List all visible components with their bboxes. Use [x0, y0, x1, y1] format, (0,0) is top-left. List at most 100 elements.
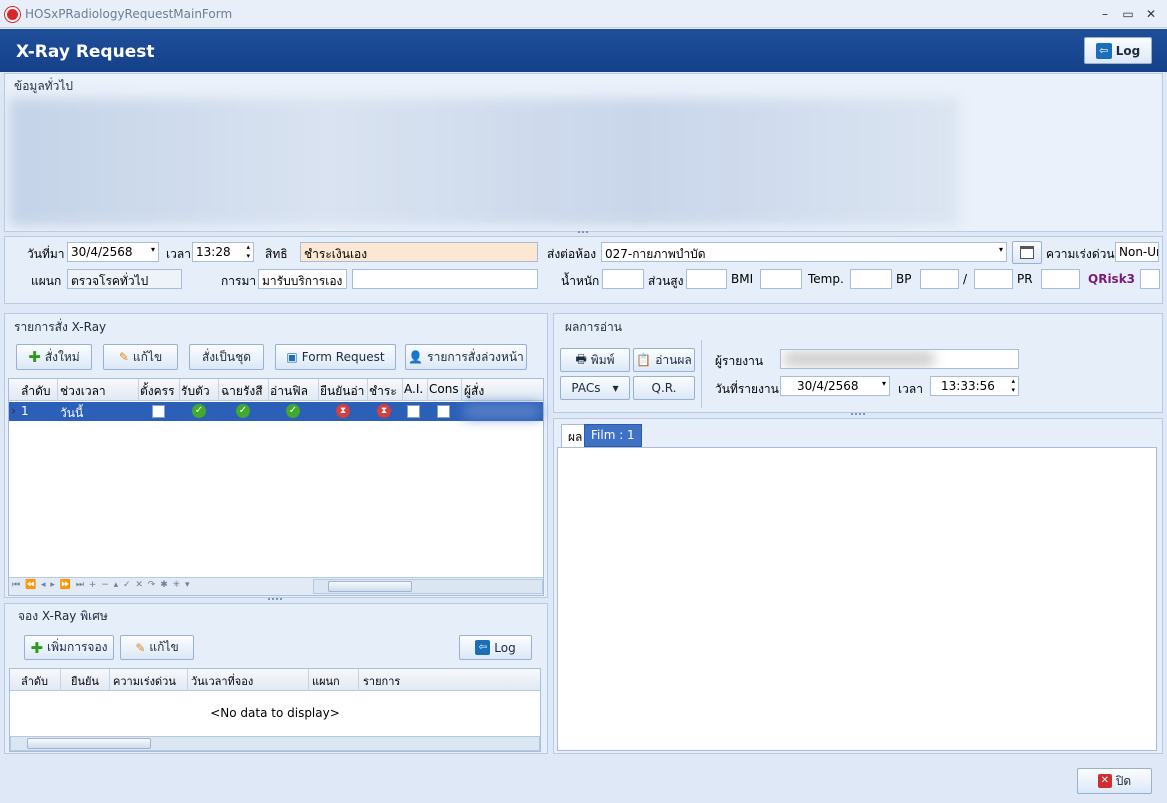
reporter-field[interactable] [780, 349, 1019, 369]
orders-hscrollbar[interactable] [313, 579, 543, 594]
visit-date-field[interactable]: 30/4/2568 ▾ [67, 242, 159, 262]
set-order-label: สั่งเป็นชุด [201, 349, 252, 364]
col-orderer[interactable]: ผู้สั่ง [464, 382, 484, 401]
plus-icon: ✚ [30, 638, 44, 657]
bmi-field[interactable] [760, 269, 802, 289]
maximize-button[interactable]: ▭ [1119, 5, 1137, 23]
minimize-button[interactable]: – [1096, 5, 1114, 23]
col-confirm-read[interactable]: ยืนยันอ่า [320, 382, 366, 401]
weight-label: น้ำหนัก [561, 274, 600, 288]
edit-order-button[interactable]: ✎ แก้ไข [103, 344, 178, 370]
advance-orders-button[interactable]: 👤 รายการสั่งล่วงหน้า [405, 344, 527, 370]
pr-field[interactable] [1041, 269, 1080, 289]
col-no[interactable]: ลำดับ [21, 382, 51, 401]
navigator-buttons[interactable]: ⏮ ⏪ ◂ ▸ ⏩ ⏭ + − ▴ ✓ ✕ ↷ ✱ ✳ ▾ [12, 580, 191, 590]
report-time-label: เวลา [898, 382, 923, 396]
col-receive[interactable]: รับตัว [181, 382, 213, 401]
visit-time-field[interactable]: 13:28 ▴ ▾ [192, 242, 254, 262]
right-field[interactable]: ชำระเงินเอง [300, 242, 538, 262]
set-order-button[interactable]: สั่งเป็นชุด [189, 344, 264, 370]
splitter-grip-left[interactable] [268, 598, 282, 601]
row-no: 1 [21, 404, 29, 418]
tab-film[interactable]: Film : 1 [584, 424, 642, 447]
pregnant-checkbox[interactable] [152, 405, 165, 418]
booking-title: จอง X-Ray พิเศษ [18, 609, 108, 623]
col-bk-items[interactable]: รายการ [363, 672, 400, 690]
booking-hscroll-thumb[interactable] [27, 738, 151, 749]
chevron-down-icon: ▼ [612, 383, 619, 393]
result-content-area[interactable] [557, 447, 1157, 751]
report-date-field[interactable]: 30/4/2568 ▾ [780, 376, 890, 396]
grid-navigator: ⏮ ⏪ ◂ ▸ ⏩ ⏭ + − ▴ ✓ ✕ ↷ ✱ ✳ ▾ [9, 577, 543, 595]
visit-date-label: วันที่มา [27, 247, 65, 261]
col-period[interactable]: ช่วงเวลา [60, 382, 136, 401]
bp-systolic-field[interactable] [920, 269, 959, 289]
reporter-label: ผู้รายงาน [715, 354, 764, 368]
dept-field: ตรวจโรคทั่วไป [67, 269, 182, 289]
close-window-button[interactable]: ✕ [1142, 5, 1160, 23]
read-result-button[interactable]: 📋 อ่านผล [633, 348, 695, 372]
form-request-label: Form Request [301, 350, 385, 364]
height-field[interactable] [686, 269, 727, 289]
col-read-film[interactable]: อ่านฟิล [270, 382, 318, 401]
print-button[interactable]: 🖶 พิมพ์ [560, 348, 630, 372]
send-room-select[interactable]: 027-กายภาพบำบัด ▾ [601, 242, 1007, 262]
temp-field[interactable] [850, 269, 892, 289]
orders-hscroll-thumb[interactable] [328, 581, 412, 592]
log-icon: ⇦ [475, 640, 491, 655]
bmi-label: BMI [731, 272, 754, 286]
close-button[interactable]: ✕ ปิด [1077, 768, 1152, 794]
col-bk-datetime[interactable]: วันเวลาที่จอง [191, 672, 253, 690]
orderer-redacted [464, 404, 540, 418]
booking-grid-header: ลำดับ ยืนยัน ความเร่งด่วน วันเวลาที่จอง … [10, 669, 540, 691]
col-paid[interactable]: ชำระ [369, 382, 401, 401]
add-booking-button[interactable]: ✚ เพิ่มการจอง [24, 635, 114, 660]
general-info-caption: ข้อมูลทั่วไป [14, 79, 73, 93]
form-request-button[interactable]: ▣ Form Request [275, 344, 396, 370]
booking-log-button[interactable]: ⇦ Log [459, 635, 532, 660]
col-bk-no[interactable]: ลำดับ [21, 672, 48, 690]
log-button[interactable]: ⇦ Log [1084, 37, 1152, 64]
splitter-grip[interactable] [578, 231, 588, 234]
calendar-button[interactable] [1012, 241, 1042, 264]
qrisk-field[interactable] [1140, 269, 1160, 289]
consent-checkbox[interactable] [437, 405, 450, 418]
col-xray[interactable]: ฉายรังสี [221, 382, 269, 401]
col-bk-dept[interactable]: แผนก [312, 672, 340, 690]
arrival-field[interactable]: มารับบริการเอง [258, 269, 347, 289]
report-time-field[interactable]: 13:33:56 ▴ ▾ [930, 376, 1019, 396]
advance-orders-label: รายการสั่งล่วงหน้า [427, 349, 524, 364]
qr-button[interactable]: Q.R. [633, 376, 695, 400]
user-icon: 👤 [408, 350, 424, 364]
col-ai[interactable]: A.I. [404, 382, 426, 396]
col-bk-confirm[interactable]: ยืนยัน [71, 672, 99, 690]
ai-checkbox[interactable] [407, 405, 420, 418]
page-header: X-Ray Request ⇦ Log [0, 29, 1167, 72]
col-consent[interactable]: Cons [429, 382, 461, 396]
edit-booking-button[interactable]: ✎ แก้ไข [120, 635, 194, 660]
qrisk-link[interactable]: QRisk3 [1088, 272, 1135, 286]
row-indicator-icon: › [11, 404, 16, 418]
temp-label: Temp. [808, 272, 844, 286]
reporter-redacted [784, 352, 934, 366]
pacs-dropdown-button[interactable]: PACs ▼ [560, 376, 630, 400]
bp-diastolic-field[interactable] [974, 269, 1013, 289]
log-button-label: Log [1115, 43, 1141, 58]
close-icon: ✕ [1097, 774, 1112, 788]
splitter-grip-right[interactable] [851, 413, 865, 416]
new-order-button[interactable]: ✚ สั่งใหม่ [16, 344, 92, 370]
urgency-field[interactable]: Non-Ur [1115, 242, 1159, 262]
confirm-hourglass-icon: ⧗ [336, 404, 350, 418]
add-booking-label: เพิ่มการจอง [47, 640, 108, 654]
page-title: X-Ray Request [16, 42, 155, 62]
col-pregnant[interactable]: ตั้งครร [140, 382, 178, 401]
booking-hscrollbar[interactable] [10, 736, 540, 751]
read-result-label: อ่านผล [655, 352, 692, 367]
weight-field[interactable] [602, 269, 644, 289]
table-row[interactable]: › 1 วันนี้ ✓ ✓ ✓ ⧗ ⧗ [9, 402, 543, 421]
arrival-note-field[interactable] [352, 269, 538, 289]
col-bk-urgency[interactable]: ความเร่งด่วน [113, 672, 176, 690]
empty-message: <No data to display> [210, 706, 340, 720]
xrayed-check-icon: ✓ [236, 404, 250, 418]
qr-label: Q.R. [651, 381, 677, 395]
